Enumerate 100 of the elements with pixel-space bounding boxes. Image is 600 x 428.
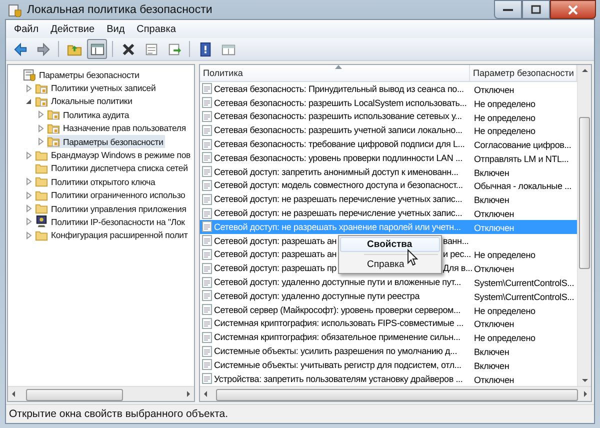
expand-arrow-icon[interactable]	[24, 177, 33, 186]
folder-icon	[35, 188, 48, 202]
status-text: Открытие окна свойств выбранного объекта.	[9, 408, 228, 420]
menu-item[interactable]: Файл	[8, 22, 45, 36]
forward-arrow-icon[interactable]	[36, 42, 50, 56]
menu-item[interactable]: Действие	[44, 22, 101, 36]
table-cell: Включен	[474, 195, 510, 206]
collapse-arrow-icon[interactable]	[24, 96, 33, 106]
expand-arrow-icon[interactable]	[24, 150, 33, 160]
export-icon[interactable]	[166, 42, 182, 56]
table-cell: Обычная - локальные ...	[474, 181, 572, 192]
document-icon	[202, 346, 212, 357]
tree-item[interactable]: Конфигурация расширенной полит	[35, 228, 190, 242]
document-icon	[202, 248, 212, 260]
table-cell: Сетевой доступ: разрешать пр	[214, 263, 336, 274]
document-icon	[202, 97, 212, 108]
table-cell: Отключен	[474, 84, 514, 95]
policy-icon	[23, 68, 36, 82]
folder-icon	[35, 175, 48, 188]
tree-item[interactable]: Локальные политики	[35, 94, 134, 108]
sort-arrow-icon	[334, 65, 342, 69]
table-cell: Сетевой доступ: не разрешать перечисление учетных запис...	[214, 208, 462, 218]
table-cell: Отправлять LM и NTL...	[474, 154, 569, 164]
menu-item[interactable]: Справка	[340, 257, 440, 272]
tree-item[interactable]: Политики учетных записей	[35, 82, 158, 95]
expand-arrow-icon[interactable]	[36, 110, 45, 120]
table-cell: Сетевая безопасность: разрешить использование сетевых у...	[214, 111, 462, 122]
table-cell: Сетевой доступ: удаленно доступные пути реестра	[214, 290, 420, 301]
document-icon	[202, 221, 212, 232]
tree-item[interactable]: Политики открытого ключа	[35, 175, 158, 188]
document-icon	[202, 235, 212, 246]
menu-item[interactable]: Вид	[100, 22, 131, 36]
document-icon	[202, 208, 212, 219]
document-icon	[202, 152, 212, 164]
document-icon	[202, 138, 212, 150]
folder-icon	[47, 135, 60, 148]
column-header[interactable]: Политика	[200, 65, 470, 81]
table-cell: Устройства: запретить пользователям установку драйверов ...	[214, 374, 463, 384]
document-icon	[202, 194, 212, 205]
table-cell: Системные объекты: учитывать регистр для подсистем, отл...	[214, 360, 462, 370]
table-cell: Отключен	[474, 222, 514, 233]
table-cell: Сетевой сервер (Майкрософт): уровень проверки сервером...	[214, 304, 460, 315]
delete-icon[interactable]	[120, 42, 136, 56]
document-icon	[202, 180, 212, 191]
window-title: Локальная политика безопасности	[27, 4, 212, 16]
tree-item[interactable]: Параметры безопасности	[47, 135, 166, 148]
minimize-icon[interactable]	[503, 8, 513, 12]
tree-item[interactable]: Политики управления приложения	[35, 202, 188, 216]
help-book-icon[interactable]	[198, 42, 212, 56]
table-cell: Отключен	[474, 319, 514, 330]
table-cell: Сетевая безопасность: уровень проверки подлинности LAN ...	[214, 152, 462, 163]
table-cell: Отключен	[474, 374, 514, 385]
table-cell: Не определено	[474, 126, 536, 136]
document-icon	[202, 83, 212, 94]
properties-icon[interactable]	[144, 42, 158, 56]
table-cell: Сетевая безопасность: разрешить LocalSystem использовать...	[214, 98, 467, 108]
table-cell: Включен	[474, 360, 510, 371]
tree-item[interactable]: Политика аудита	[47, 108, 132, 122]
document-icon	[202, 166, 212, 178]
folder-icon	[35, 94, 48, 108]
table-cell: Системная криптография: использовать FIPS-совместимые ...	[214, 318, 464, 328]
vertical-scrollbar[interactable]	[577, 65, 591, 386]
monitor-icon	[35, 215, 48, 228]
table-cell: и рес...	[443, 249, 471, 260]
table-cell: System\CurrentControlS...	[474, 278, 574, 288]
tree-item[interactable]: Политики ограниченного использо	[35, 188, 188, 202]
tree-item[interactable]: Политики диспетчера списка сетей	[35, 162, 190, 175]
menu-item[interactable]: Свойства	[340, 237, 440, 252]
expand-arrow-icon[interactable]	[24, 84, 33, 93]
tree-item[interactable]: Параметры безопасности	[23, 68, 142, 82]
table-cell: Отключен	[474, 264, 514, 274]
table-cell: Включен	[474, 168, 510, 178]
panel-icon[interactable]	[90, 42, 104, 56]
close-icon[interactable]	[568, 4, 578, 14]
maximize-icon[interactable]	[531, 5, 541, 14]
folder-icon	[35, 162, 48, 175]
document-icon	[202, 124, 212, 136]
back-arrow-icon[interactable]	[12, 42, 28, 56]
tree-item[interactable]: Политики IP-безопасности на "Лок	[35, 215, 187, 228]
table-cell: ванн...	[443, 236, 469, 246]
table-cell: System\CurrentControlS...	[474, 292, 574, 302]
expand-arrow-icon[interactable]	[24, 190, 33, 200]
document-icon	[202, 304, 212, 316]
table-cell: Системная криптография: обязательное применение сильн...	[214, 332, 460, 342]
expand-arrow-icon[interactable]	[36, 124, 45, 133]
expand-arrow-icon[interactable]	[24, 230, 33, 240]
expand-arrow-icon[interactable]	[36, 137, 45, 146]
tree-item[interactable]: Брандмауэр Windows в режиме пов	[35, 148, 192, 162]
table-cell: Не определено	[474, 333, 536, 344]
horizontal-scrollbar[interactable]	[200, 386, 591, 401]
horizontal-scrollbar[interactable]	[8, 386, 194, 401]
menu-item[interactable]: Справка	[130, 22, 182, 36]
table-cell: Не определено	[474, 112, 536, 122]
table-cell: Сетевая безопасность: Принудительный вывод из сеанса по...	[214, 84, 464, 94]
expand-arrow-icon[interactable]	[24, 204, 33, 214]
document-icon	[202, 373, 212, 384]
document-icon	[202, 110, 212, 122]
tree-item[interactable]: Назначение прав пользователя	[47, 122, 188, 135]
expand-arrow-icon[interactable]	[24, 217, 33, 226]
table-cell: Сетевой доступ: удаленно доступные пути и вложенные пут...	[214, 277, 461, 288]
